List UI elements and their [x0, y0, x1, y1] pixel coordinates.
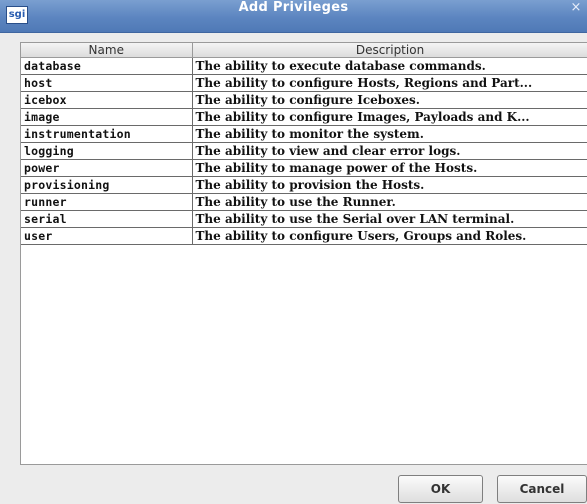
privilege-name-cell: instrumentation — [21, 125, 193, 143]
column-header-description[interactable]: Description — [192, 43, 587, 58]
privilege-description-cell: The ability to use the Runner. — [192, 193, 587, 211]
cancel-button[interactable]: Cancel — [497, 475, 587, 503]
privilege-description-cell: The ability to monitor the system. — [192, 125, 587, 143]
table-row[interactable]: logging The ability to view and clear err… — [21, 142, 587, 160]
privilege-description-cell: The ability to configure Hosts, Regions … — [192, 74, 587, 92]
table-row[interactable]: power The ability to manage power of the … — [21, 159, 587, 177]
ok-button[interactable]: OK — [398, 475, 483, 503]
table-row[interactable]: user The ability to configure Users, Grou… — [21, 227, 587, 245]
privilege-name-cell: database — [21, 57, 193, 75]
privilege-name-cell: provisioning — [21, 176, 193, 194]
privilege-description-cell: The ability to configure Iceboxes. — [192, 91, 587, 109]
table-row[interactable]: icebox The ability to configure Iceboxes. — [21, 91, 587, 109]
privilege-name-cell: host — [21, 74, 193, 92]
privileges-table-panel[interactable]: Name Description database The ability to … — [20, 42, 587, 465]
privilege-description-cell: The ability to manage power of the Hosts… — [192, 159, 587, 177]
privilege-description-cell: The ability to execute database commands… — [192, 57, 587, 75]
table-row[interactable]: runner The ability to use the Runner. — [21, 193, 587, 211]
table-row[interactable]: serial The ability to use the Serial over… — [21, 210, 587, 228]
privilege-description-cell: The ability to use the Serial over LAN t… — [192, 210, 587, 228]
column-header-name[interactable]: Name — [21, 43, 193, 58]
privilege-name-cell: logging — [21, 142, 193, 160]
table-row[interactable]: provisioning The ability to provision the… — [21, 176, 587, 194]
privileges-table: Name Description database The ability to … — [21, 43, 587, 245]
privilege-description-cell: The ability to configure Images, Payload… — [192, 108, 587, 126]
title-bar[interactable]: sgi Add Privileges × — [0, 0, 587, 33]
privilege-name-cell: icebox — [21, 91, 193, 109]
table-row[interactable]: host The ability to configure Hosts, Regi… — [21, 74, 587, 92]
privilege-description-cell: The ability to provision the Hosts. — [192, 176, 587, 194]
privilege-name-cell: image — [21, 108, 193, 126]
privilege-description-cell: The ability to view and clear error logs… — [192, 142, 587, 160]
privilege-name-cell: power — [21, 159, 193, 177]
table-row[interactable]: image The ability to configure Images, Pa… — [21, 108, 587, 126]
table-header-row: Name Description — [21, 43, 587, 58]
add-privileges-dialog: sgi Add Privileges × Name Description da… — [0, 0, 587, 504]
privilege-name-cell: runner — [21, 193, 193, 211]
table-row[interactable]: instrumentation The ability to monitor th… — [21, 125, 587, 143]
close-icon[interactable]: × — [568, 0, 584, 32]
privilege-name-cell: user — [21, 227, 193, 245]
table-row[interactable]: database The ability to execute database … — [21, 57, 587, 75]
privilege-name-cell: serial — [21, 210, 193, 228]
privilege-description-cell: The ability to configure Users, Groups a… — [192, 227, 587, 245]
dialog-title: Add Privileges — [238, 0, 349, 15]
